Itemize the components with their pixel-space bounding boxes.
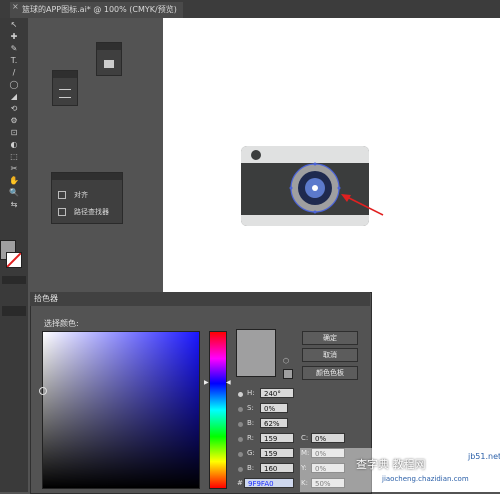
radio-s[interactable]: [238, 407, 243, 412]
pathfinder-icon: [58, 208, 66, 216]
gradient-panel-icon: [104, 60, 114, 68]
c-label: C:: [301, 434, 309, 442]
mini-panel-layers[interactable]: [52, 70, 78, 106]
width-tool-icon[interactable]: ⚙: [2, 116, 26, 126]
anchor-point[interactable]: [337, 186, 341, 190]
radio-r[interactable]: [238, 437, 243, 442]
line-tool-icon[interactable]: /: [2, 68, 26, 78]
hand-tool-icon[interactable]: ✋: [2, 176, 26, 186]
document-tab[interactable]: 篮球的APP图标.ai* @ 100% (CMYK/预览): [10, 2, 183, 18]
color-mode-buttons[interactable]: [2, 276, 26, 284]
hue-slider-left-arrow-icon[interactable]: ▶: [204, 379, 209, 386]
align-label[interactable]: 对齐: [74, 190, 88, 200]
r-label: R:: [247, 434, 255, 442]
lens-highlight: [312, 185, 318, 191]
scissors-tool-icon[interactable]: ✂: [2, 164, 26, 174]
current-color-swatch: [236, 329, 276, 377]
camera-flash-dot: [251, 150, 261, 160]
ok-button[interactable]: 确定: [302, 331, 358, 345]
type-tool-icon[interactable]: T.: [2, 56, 26, 66]
hex-label: #: [237, 479, 243, 487]
anchor-point[interactable]: [313, 162, 317, 166]
tools-panel: ↖ ✚ ✎ T. / ◯ ◢ ⟲ ⚙ ⊡ ◐ ⬚ ✂ ✋ 🔍 ⇆: [0, 18, 28, 492]
color-swatches-button[interactable]: 颜色色板: [302, 366, 358, 380]
blue-label: B:: [247, 464, 255, 472]
watermark-site: jb51.net: [468, 452, 500, 461]
cancel-button[interactable]: 取消: [302, 348, 358, 362]
selection-tool-icon[interactable]: ↖: [2, 20, 26, 30]
panel-header[interactable]: [53, 71, 77, 78]
document-tab-title: 篮球的APP图标.ai* @ 100% (CMYK/预览): [22, 5, 177, 14]
screen-mode-button[interactable]: [2, 306, 26, 316]
color-picker-marker[interactable]: [39, 387, 47, 395]
watermark-url: jiaocheng.chazidian.com: [382, 475, 469, 483]
hex-field[interactable]: 9F9FA0: [244, 478, 294, 488]
radio-b2[interactable]: [238, 467, 243, 472]
select-color-label: 选择颜色:: [44, 319, 79, 328]
radio-b[interactable]: [238, 422, 243, 427]
zoom-tool-icon[interactable]: 🔍: [2, 188, 26, 198]
h-label: H:: [247, 389, 255, 397]
menu-lines-icon: [59, 89, 71, 98]
swap-colors-icon[interactable]: ⇆: [2, 200, 26, 210]
h-field[interactable]: 240°: [260, 388, 294, 398]
s-label: S:: [247, 404, 254, 412]
red-arrow-line: [344, 195, 384, 216]
rotate-tool-icon[interactable]: ⟲: [2, 104, 26, 114]
watermark-text: 查字典 教程网: [356, 458, 426, 471]
ellipse-tool-icon[interactable]: ◯: [2, 80, 26, 90]
none-slash-icon: [6, 252, 22, 268]
anchor-point[interactable]: [289, 186, 293, 190]
b-label: B:: [247, 419, 255, 427]
s-field[interactable]: 0%: [260, 403, 288, 413]
hue-slider[interactable]: [209, 331, 227, 489]
gradient-tool-icon[interactable]: ◐: [2, 140, 26, 150]
free-transform-tool-icon[interactable]: ⊡: [2, 128, 26, 138]
dialog-title[interactable]: 拾色器: [30, 292, 370, 306]
pathfinder-label[interactable]: 路径查找器: [74, 207, 109, 217]
out-of-gamut-icon[interactable]: ⬡: [283, 357, 289, 365]
align-pathfinder-panel[interactable]: 对齐 路径查找器: [51, 172, 123, 224]
stroke-color-swatch[interactable]: [6, 252, 22, 268]
b-field[interactable]: 62%: [260, 418, 288, 428]
anchor-point[interactable]: [313, 210, 317, 214]
panel-header[interactable]: [97, 43, 121, 50]
radio-h[interactable]: [238, 392, 243, 397]
web-safe-swatch[interactable]: [283, 369, 293, 379]
tab-close-icon[interactable]: ×: [12, 2, 19, 11]
panel-header[interactable]: [52, 173, 122, 180]
g-label: G:: [247, 449, 255, 457]
g-field[interactable]: 159: [260, 448, 294, 458]
hue-slider-right-arrow-icon[interactable]: ◀: [226, 379, 231, 386]
blue-field[interactable]: 160: [260, 463, 294, 473]
mini-panel-swatch[interactable]: [96, 42, 122, 76]
brush-tool-icon[interactable]: ◢: [2, 92, 26, 102]
camera-lens-and-arrow: [289, 162, 384, 216]
artboard-tool-icon[interactable]: ⬚: [2, 152, 26, 162]
direct-select-tool-icon[interactable]: ✚: [2, 32, 26, 42]
c-field[interactable]: 0%: [311, 433, 345, 443]
r-field[interactable]: 159: [260, 433, 294, 443]
align-icon: [58, 191, 66, 199]
pen-tool-icon[interactable]: ✎: [2, 44, 26, 54]
saturation-brightness-field[interactable]: [39, 331, 200, 489]
radio-g[interactable]: [238, 452, 243, 457]
